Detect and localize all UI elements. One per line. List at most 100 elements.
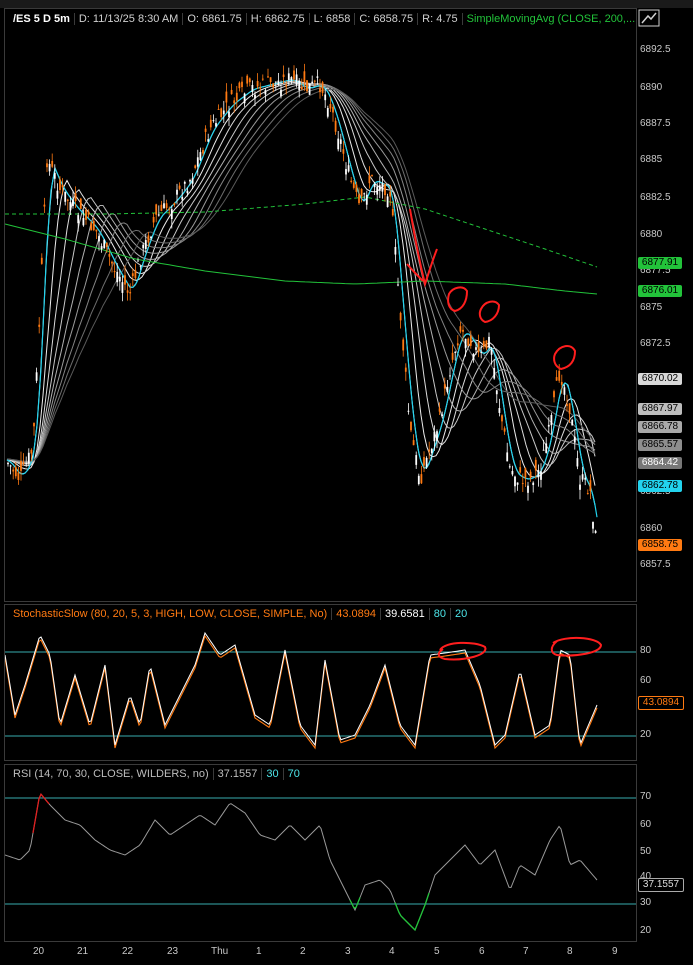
candle-body [558, 370, 561, 381]
candle-body [371, 175, 373, 177]
price-chart-pane[interactable]: /ES 5 D 5m D: 11/13/25 8:30 AM O: 6861.7… [4, 8, 637, 602]
sma-short-line [5, 196, 598, 268]
candle-body [493, 368, 496, 379]
candle-body [560, 381, 563, 385]
rsi-plot[interactable] [5, 765, 636, 941]
candle-body [246, 75, 249, 84]
candle-body [113, 271, 116, 273]
candle-body [51, 160, 54, 167]
candle-body [355, 184, 358, 192]
candle-body [397, 284, 399, 286]
candle-body [56, 190, 59, 199]
candle-body [503, 428, 506, 432]
candle-body [228, 111, 230, 118]
candle-body [576, 458, 579, 467]
candle-body [61, 184, 64, 188]
candle-body [306, 80, 308, 92]
candle-body [573, 436, 576, 443]
candle-body [360, 189, 363, 197]
candle-body [384, 184, 386, 196]
candle-body [98, 236, 100, 242]
candle-body [363, 193, 366, 195]
time-tick: 6 [479, 946, 485, 957]
rsi-tick-20: 20 [640, 925, 652, 936]
candle-body [69, 202, 72, 211]
candle-body [298, 80, 301, 91]
candle-body [594, 530, 597, 533]
rsi-pane[interactable]: RSI (14, 70, 30, CLOSE, WILDERS, no) 37.… [4, 764, 637, 942]
candle-body [300, 86, 303, 90]
candle-body [204, 128, 207, 132]
candle-body [25, 463, 28, 465]
candle-body [191, 178, 194, 184]
candle-body [540, 471, 542, 480]
candle-body [568, 403, 571, 414]
drawing-tools-icon[interactable] [638, 9, 660, 27]
candle-body [129, 292, 132, 294]
candle-body [430, 448, 433, 454]
candle-body [20, 460, 22, 471]
candle-body [248, 78, 251, 83]
ribbon-ma-line [6, 84, 596, 463]
rsi-line [5, 793, 598, 931]
candle-body [316, 76, 319, 78]
candle-body [521, 483, 524, 485]
candle-body [7, 462, 9, 465]
candle-body [410, 421, 412, 431]
candle-body [241, 81, 243, 88]
candle-body [225, 91, 228, 103]
candle-body [472, 353, 475, 360]
candle-body [217, 108, 220, 110]
candle-body [251, 85, 254, 92]
candle-body [9, 465, 12, 467]
candle-body [532, 482, 535, 486]
price-tag-ribbon-2: 6867.97 [638, 403, 682, 415]
price-plot[interactable] [5, 9, 636, 601]
stochastic-pane[interactable]: StochasticSlow (80, 20, 5, 3, HIGH, LOW,… [4, 604, 637, 761]
candle-body [134, 270, 137, 278]
candle-body [220, 108, 223, 118]
candle-body [35, 372, 38, 381]
candle-body [467, 338, 470, 346]
candle-body [443, 384, 446, 389]
candle-body [256, 80, 259, 87]
candle-body [72, 199, 74, 207]
ribbon-ma-line [6, 86, 596, 463]
candle-body [436, 431, 438, 441]
candle-body [441, 414, 444, 417]
rsi-tick-30: 30 [640, 897, 652, 908]
candle-body [53, 172, 56, 179]
candle-body [524, 468, 527, 478]
candle-body [381, 183, 384, 192]
fast-ema-line [6, 79, 598, 518]
candle-body [402, 339, 405, 351]
candle-body [550, 414, 553, 426]
candle-body [287, 73, 290, 80]
candle-body [334, 120, 337, 132]
candle-body [235, 92, 238, 101]
candle-body [173, 203, 176, 206]
candle-body [332, 106, 334, 113]
candle-body [365, 194, 368, 205]
candle-body [282, 74, 285, 78]
candle-body [233, 100, 236, 104]
candle-body [459, 326, 462, 332]
candle-body [183, 181, 186, 184]
candle-body [212, 120, 215, 122]
candle-body [592, 522, 594, 529]
candle-body [506, 452, 509, 462]
candle-body [189, 180, 191, 182]
annotation-circle [553, 345, 577, 371]
candle-body [40, 257, 43, 264]
candle-body [529, 471, 532, 478]
candle-body [272, 83, 275, 88]
stoch-value-tag: 43.0894 [638, 696, 684, 710]
price-tag-sma-long: 6876.01 [638, 285, 682, 297]
stochastic-plot[interactable] [5, 605, 636, 760]
candle-body [181, 196, 184, 200]
candle-body [490, 349, 493, 355]
candle-body [12, 469, 15, 472]
rsi-overbought-segment [32, 792, 50, 834]
candle-body [319, 87, 321, 93]
annotation-circle [550, 637, 603, 657]
